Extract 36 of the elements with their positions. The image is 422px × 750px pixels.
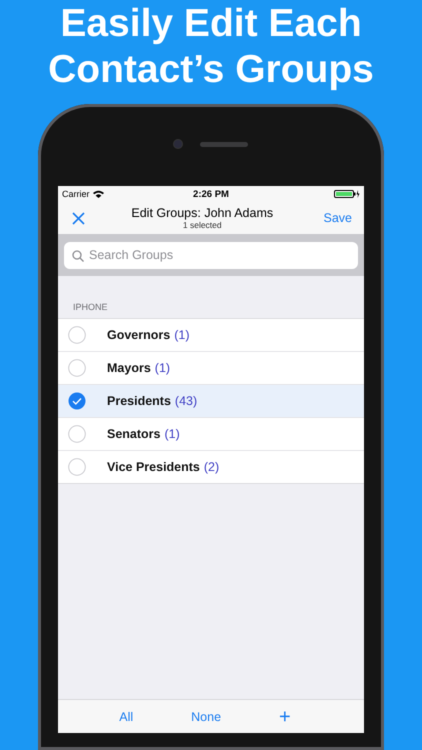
search-field[interactable]: Search Groups	[64, 242, 358, 268]
empty-circle-icon[interactable]	[68, 326, 86, 344]
group-row[interactable]: Presidents (43)	[58, 385, 364, 418]
close-icon[interactable]	[72, 212, 85, 224]
group-name: Presidents	[107, 394, 171, 408]
search-icon	[72, 250, 84, 262]
group-name: Senators	[107, 427, 160, 441]
section-header: IPHONE	[72, 301, 109, 314]
empty-circle-icon[interactable]	[68, 425, 86, 443]
select-all-button[interactable]: All	[115, 710, 138, 724]
battery-icon	[334, 190, 360, 198]
save-button[interactable]: Save	[320, 211, 356, 225]
wifi-icon	[92, 190, 104, 198]
headline: Easily Edit Each Contact’s Groups	[47, 1, 375, 93]
group-row[interactable]: Governors (1)	[58, 319, 364, 352]
empty-circle-icon[interactable]	[68, 458, 86, 476]
camera-icon	[174, 140, 182, 148]
group-row[interactable]: Senators (1)	[58, 418, 364, 451]
select-none-button[interactable]: None	[187, 710, 226, 724]
nav-subtitle: 1 selected	[182, 220, 222, 230]
speaker-grille	[200, 142, 248, 146]
status-time: 2:26 PM	[193, 188, 229, 200]
group-count: (2)	[204, 460, 220, 474]
add-button[interactable]: +	[275, 706, 295, 726]
group-count: (1)	[174, 328, 190, 342]
group-name: Governors	[107, 328, 170, 342]
empty-circle-icon[interactable]	[68, 359, 86, 377]
group-count: (1)	[164, 427, 180, 441]
checked-circle-icon[interactable]	[68, 392, 86, 410]
group-count: (43)	[174, 394, 198, 408]
group-row[interactable]: Vice Presidents (2)	[58, 451, 364, 483]
carrier-label: Carrier	[62, 189, 90, 199]
nav-title: Edit Groups: John Adams	[131, 206, 274, 220]
group-name: Mayors	[107, 361, 151, 375]
group-count: (1)	[154, 361, 170, 375]
group-name: Vice Presidents	[107, 460, 200, 474]
